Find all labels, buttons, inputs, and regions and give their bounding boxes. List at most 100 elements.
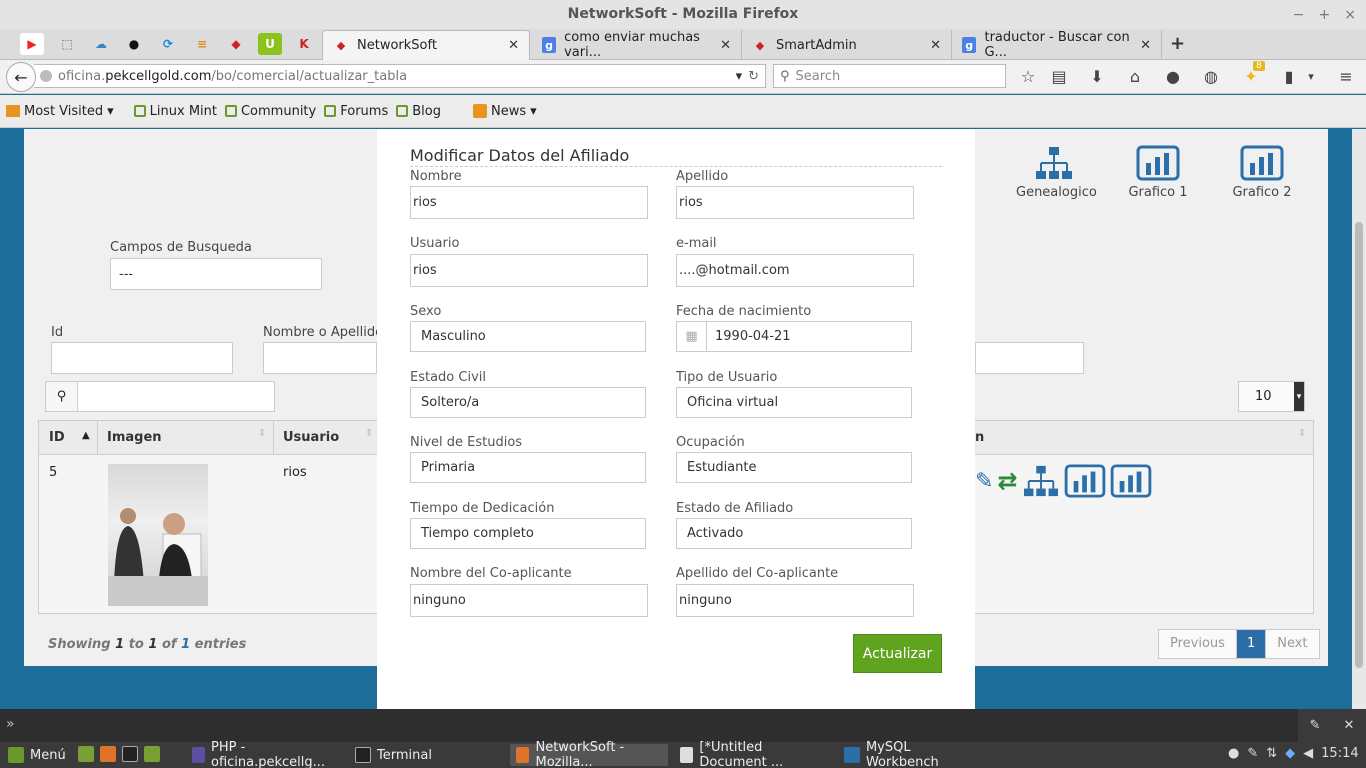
col-id[interactable]: ID	[49, 430, 65, 445]
actualizar-button[interactable]: Actualizar	[853, 634, 942, 673]
tab-networksoft[interactable]: ◆ NetworkSoft ✕	[322, 30, 530, 60]
bookmark-news[interactable]: News ▾	[472, 104, 537, 119]
network-icon[interactable]: ⇅	[1266, 746, 1277, 761]
firefox-icon[interactable]	[100, 746, 116, 762]
page-size-select[interactable]: 10 ▾	[1238, 381, 1305, 412]
task-mysql[interactable]: MySQL Workbench	[838, 740, 993, 768]
email-field[interactable]: ....@hotmail.com	[676, 254, 914, 287]
sitemap-icon[interactable]	[1022, 464, 1060, 498]
nivel-estudios-select[interactable]: Primaria	[410, 452, 646, 483]
table-search-button[interactable]: ⚲	[45, 381, 78, 412]
fecha-field[interactable]: ▦ 1990-04-21	[676, 321, 912, 352]
close-icon[interactable]: ×	[1344, 7, 1356, 23]
sort-icon[interactable]: ⇕	[1298, 428, 1306, 439]
desktop-icon[interactable]	[78, 746, 94, 762]
youtube-icon[interactable]: ▶	[20, 33, 44, 55]
task-networksoft[interactable]: NetworkSoft - Mozilla...	[510, 740, 668, 768]
grafico2-link[interactable]: Grafico 2	[1229, 145, 1295, 200]
close-tab-icon[interactable]: ✕	[930, 38, 941, 53]
expand-icon[interactable]: »	[6, 716, 15, 732]
chat-icon[interactable]: ●	[1162, 66, 1184, 86]
maximize-icon[interactable]: +	[1319, 7, 1331, 23]
next-button[interactable]: Next	[1265, 630, 1318, 658]
reload-icon[interactable]: ↻	[748, 69, 759, 84]
bookmark-forums[interactable]: Forums	[324, 104, 388, 119]
tiempo-select[interactable]: Tiempo completo	[410, 518, 646, 549]
task-php[interactable]: PHP - oficina.pekcellg...	[186, 740, 341, 768]
grafico1-link[interactable]: Grafico 1	[1125, 145, 1191, 200]
close-icon[interactable]: ✕	[1344, 718, 1355, 733]
previous-button[interactable]: Previous	[1159, 630, 1237, 658]
tab-traductor[interactable]: g traductor - Buscar con G... ✕	[952, 30, 1162, 60]
id-input[interactable]	[51, 342, 233, 374]
col-imagen[interactable]: Imagen	[107, 430, 162, 445]
files-icon[interactable]	[144, 746, 160, 762]
tab-smartadmin[interactable]: ◆ SmartAdmin ✕	[742, 30, 952, 60]
download-icon[interactable]: ⬇	[1086, 66, 1108, 86]
wrench-icon[interactable]: ✎	[1310, 718, 1321, 733]
extra-filter-input[interactable]	[975, 342, 1084, 374]
bookmark-blog[interactable]: Blog	[396, 104, 441, 119]
scrollbar-thumb[interactable]	[1355, 222, 1363, 668]
smartadmin-icon[interactable]: ◆	[224, 33, 248, 55]
cloud-icon[interactable]: ☁	[89, 33, 113, 55]
sexo-select[interactable]: Masculino	[410, 321, 646, 352]
calendar-icon[interactable]: ▦	[677, 322, 707, 351]
bookmark-star-icon[interactable]: ☆	[1017, 66, 1039, 86]
nombre-field[interactable]: rios	[410, 186, 648, 219]
task-terminal[interactable]: Terminal	[349, 744, 504, 766]
usuario-field[interactable]: rios	[410, 254, 648, 287]
shield-icon[interactable]: ◆	[1285, 746, 1295, 761]
screenshot-icon[interactable]: ⬚	[55, 33, 79, 55]
apellido-field[interactable]: rios	[676, 186, 914, 219]
pen-icon[interactable]: ✎	[1247, 746, 1258, 761]
bar-chart-icon[interactable]	[1110, 464, 1152, 498]
minimize-icon[interactable]: −	[1293, 7, 1305, 23]
ocupacion-select[interactable]: Estudiante	[676, 452, 912, 483]
site-info-icon[interactable]	[40, 70, 52, 82]
col-usuario[interactable]: Usuario	[283, 430, 339, 445]
user-icon[interactable]: ●	[1228, 746, 1239, 761]
menu-button[interactable]: Menú	[2, 744, 72, 766]
sort-asc-icon[interactable]: ▲	[82, 430, 90, 441]
search-input[interactable]: ⚲ Search	[773, 64, 1006, 88]
bookmark-linux-mint[interactable]: Linux Mint	[133, 104, 217, 119]
chevron-down-icon[interactable]: ▾	[1300, 66, 1322, 86]
bookmark-community[interactable]: Community	[224, 104, 316, 119]
table-search-input[interactable]	[77, 381, 275, 412]
sort-icon[interactable]: ⇕	[365, 428, 373, 439]
dropdown-arrow-icon[interactable]: ▾	[736, 69, 743, 84]
close-tab-icon[interactable]: ✕	[1140, 38, 1151, 53]
genealogico-link[interactable]: Genealogico	[1016, 145, 1097, 200]
globe-icon[interactable]: ◍	[1200, 66, 1222, 86]
campos-select[interactable]: ---	[110, 258, 322, 290]
sort-icon[interactable]: ⇕	[258, 428, 266, 439]
github-icon[interactable]: ●	[122, 33, 146, 55]
kaspersky-icon[interactable]: K	[292, 33, 316, 55]
bar-chart-icon[interactable]	[1064, 464, 1106, 498]
close-tab-icon[interactable]: ✕	[508, 38, 519, 53]
menu-icon[interactable]: ≡	[1335, 66, 1357, 86]
close-tab-icon[interactable]: ✕	[720, 38, 731, 53]
estado-afiliado-select[interactable]: Activado	[676, 518, 912, 549]
url-bar[interactable]: oficina. pekcellgold.com/bo/comercial/act…	[34, 64, 766, 88]
page-1-button[interactable]: 1	[1236, 630, 1266, 658]
back-button[interactable]: ←	[6, 62, 36, 92]
tipo-usuario-select[interactable]: Oficina virtual	[676, 387, 912, 418]
home-icon[interactable]: ⌂	[1124, 66, 1146, 86]
clipboard-icon[interactable]: ▮	[1278, 66, 1300, 86]
nombre-co-field[interactable]: ninguno	[410, 584, 648, 617]
nombre-apellido-input[interactable]	[263, 342, 377, 374]
transfer-icon[interactable]: ⇄	[997, 467, 1017, 495]
utorrent-icon[interactable]: U	[258, 33, 282, 55]
bookmark-most-visited[interactable]: Most Visited ▾	[6, 104, 114, 119]
volume-icon[interactable]: ◀	[1303, 746, 1313, 761]
pencil-icon[interactable]: ✎	[975, 469, 993, 494]
clock[interactable]: 15:14	[1321, 746, 1358, 761]
apellido-co-field[interactable]: ninguno	[676, 584, 914, 617]
tab-como-enviar[interactable]: g como enviar muchas vari... ✕	[532, 30, 742, 60]
new-tab-icon[interactable]: +	[1170, 33, 1185, 54]
task-untitled[interactable]: [*Untitled Document ...	[674, 740, 832, 768]
col-actions[interactable]: n	[975, 430, 984, 445]
sync-icon[interactable]: ⟳	[156, 33, 180, 55]
